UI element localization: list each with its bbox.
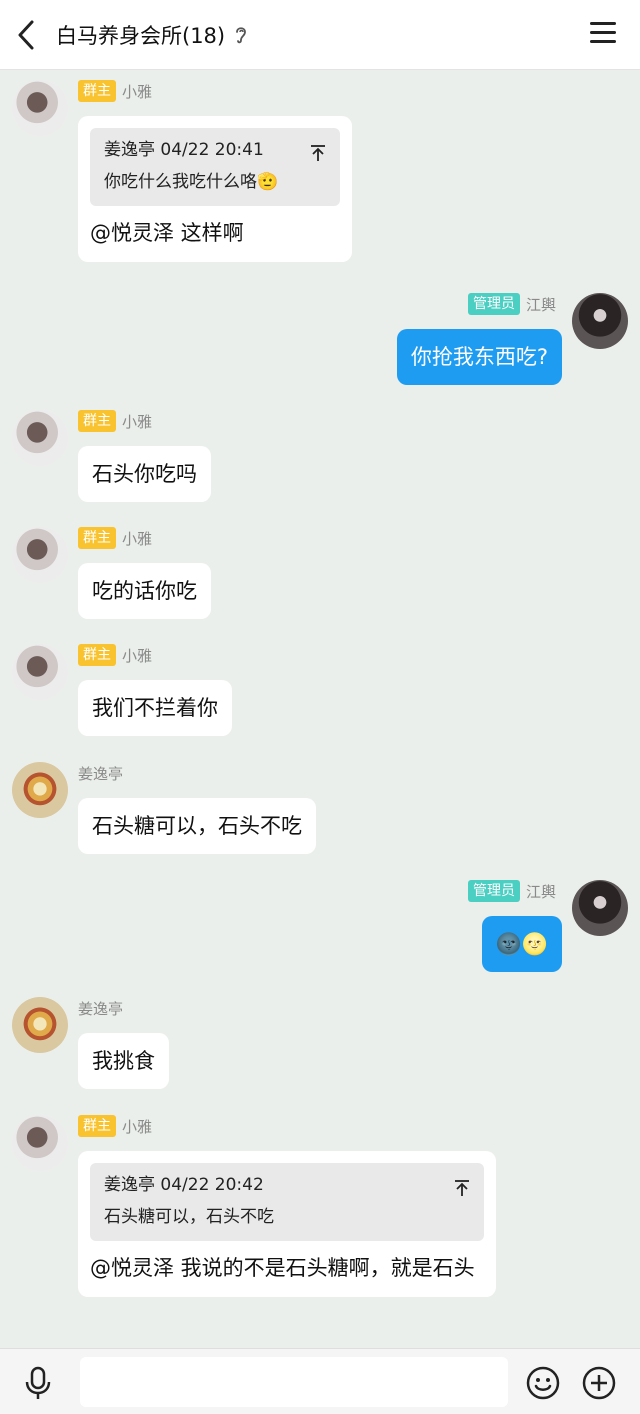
sender-name: 江輿 <box>525 295 556 314</box>
message-item: 群主 小雅 石头你吃吗 <box>0 400 640 510</box>
quote-header: 姜逸亭 04/22 20:42 <box>104 1175 264 1195</box>
message-item: 姜逸亭 我挑食 <box>0 987 640 1097</box>
sender-name: 小雅 <box>122 529 153 548</box>
sender-name: 小雅 <box>122 646 153 665</box>
emoji-icon[interactable] <box>525 1365 561 1401</box>
sender-name: 江輿 <box>525 882 556 901</box>
message-bubble[interactable]: 石头糖可以，石头不吃 <box>78 798 316 854</box>
message-item: 群主 小雅 我们不拦着你 <box>0 634 640 744</box>
admin-badge: 管理员 <box>467 293 520 315</box>
avatar[interactable] <box>12 762 68 818</box>
quoted-message[interactable]: 姜逸亭 04/22 20:41 你吃什么我吃什么咯🫡 <box>90 128 340 206</box>
plus-icon[interactable] <box>581 1365 617 1401</box>
message-bubble[interactable]: 我挑食 <box>78 1033 169 1089</box>
message-item: 群主 小雅 姜逸亭 04/22 20:41 你吃什么我吃什么咯🫡 @悦灵泽 这样… <box>0 70 640 280</box>
message-text: 吃的话你吃 <box>92 579 197 603</box>
message-item: 管理员 江輿 🌚🌝 <box>0 872 640 982</box>
message-input[interactable] <box>80 1357 508 1407</box>
sender-name: 姜逸亭 <box>78 764 124 783</box>
message-item: 群主 小雅 姜逸亭 04/22 20:42 石头糖可以，石头不吃 @悦灵泽 我说… <box>0 1105 640 1345</box>
message-item: 管理员 江輿 你抢我东西吃? <box>0 285 640 395</box>
avatar[interactable] <box>12 644 68 700</box>
sender-name: 小雅 <box>122 82 153 101</box>
message-text: @悦灵泽 这样啊 <box>90 221 244 245</box>
owner-badge: 群主 <box>78 410 116 432</box>
message-bubble[interactable]: 🌚🌝 <box>481 916 562 972</box>
title-group[interactable]: 白马养身会所(18) <box>56 20 249 50</box>
message-text: 你抢我东西吃? <box>410 345 548 369</box>
menu-icon[interactable] <box>590 22 616 46</box>
back-arrow-icon[interactable] <box>14 18 44 52</box>
input-bar <box>0 1348 640 1414</box>
message-bubble[interactable]: 吃的话你吃 <box>78 563 211 619</box>
message-text: 我挑食 <box>92 1049 155 1073</box>
sender-name: 姜逸亭 <box>78 999 124 1018</box>
message-item: 姜逸亭 石头糖可以，石头不吃 <box>0 752 640 862</box>
pin-top-icon <box>454 1175 470 1196</box>
message-item: 群主 小雅 吃的话你吃 <box>0 517 640 627</box>
quote-text: 你吃什么我吃什么咯🫡 <box>104 172 279 192</box>
message-bubble[interactable]: 你抢我东西吃? <box>396 329 562 385</box>
message-text: 石头你吃吗 <box>92 462 197 486</box>
microphone-icon[interactable] <box>20 1365 56 1401</box>
quoted-message[interactable]: 姜逸亭 04/22 20:42 石头糖可以，石头不吃 <box>90 1163 484 1241</box>
admin-badge: 管理员 <box>467 880 520 902</box>
chat-header: 白马养身会所(18) <box>0 0 640 70</box>
sender-name: 小雅 <box>122 1117 153 1136</box>
owner-badge: 群主 <box>78 527 116 549</box>
message-text: @悦灵泽 我说的不是石头糖啊，就是石头 <box>90 1256 475 1280</box>
quote-text: 石头糖可以，石头不吃 <box>104 1207 274 1227</box>
owner-badge: 群主 <box>78 80 116 102</box>
sender-name: 小雅 <box>122 412 153 431</box>
avatar[interactable] <box>12 997 68 1053</box>
avatar[interactable] <box>12 410 68 466</box>
ear-icon <box>233 24 249 46</box>
message-bubble[interactable]: 姜逸亭 04/22 20:42 石头糖可以，石头不吃 @悦灵泽 我说的不是石头糖… <box>78 1151 496 1297</box>
message-list[interactable]: 群主 小雅 姜逸亭 04/22 20:41 你吃什么我吃什么咯🫡 @悦灵泽 这样… <box>0 70 640 1348</box>
message-text: 石头糖可以，石头不吃 <box>92 814 302 838</box>
avatar[interactable] <box>12 527 68 583</box>
owner-badge: 群主 <box>78 1115 116 1137</box>
quote-header: 姜逸亭 04/22 20:41 <box>104 140 264 160</box>
message-bubble[interactable]: 我们不拦着你 <box>78 680 232 736</box>
message-text: 我们不拦着你 <box>92 696 218 720</box>
avatar[interactable] <box>12 1115 68 1171</box>
avatar[interactable] <box>12 80 68 136</box>
owner-badge: 群主 <box>78 644 116 666</box>
group-title: 白马养身会所(18) <box>56 24 226 48</box>
pin-top-icon <box>310 140 326 161</box>
avatar[interactable] <box>572 293 628 349</box>
message-text: 🌚🌝 <box>495 932 548 956</box>
avatar[interactable] <box>572 880 628 936</box>
message-bubble[interactable]: 姜逸亭 04/22 20:41 你吃什么我吃什么咯🫡 @悦灵泽 这样啊 <box>78 116 352 262</box>
message-bubble[interactable]: 石头你吃吗 <box>78 446 211 502</box>
